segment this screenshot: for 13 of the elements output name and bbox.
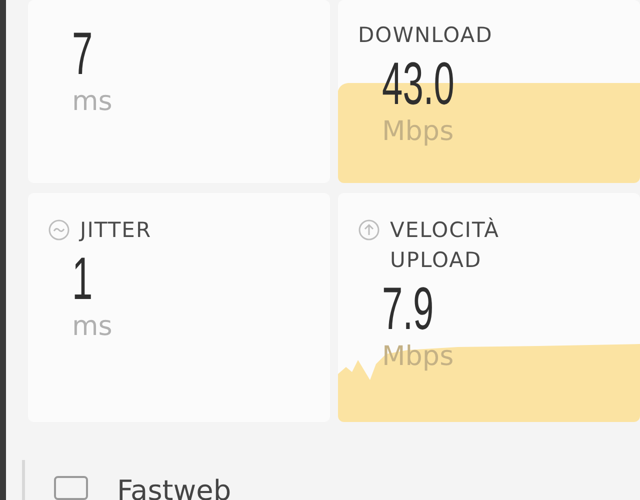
metric-value: 1 xyxy=(72,247,93,311)
jitter-icon xyxy=(48,219,70,241)
metric-label: JITTER xyxy=(80,217,153,244)
upload-icon xyxy=(358,219,380,241)
metric-label: DOWNLOAD xyxy=(358,22,494,49)
metric-unit: ms xyxy=(72,86,112,117)
metric-label: VELOCITÀ UPLOAD xyxy=(390,216,501,274)
metric-unit: Mbps xyxy=(382,341,454,372)
metric-value: 7 xyxy=(72,22,93,86)
provider-name: Fastweb xyxy=(117,474,232,500)
metric-value: 7.9 xyxy=(382,277,434,341)
metric-value: 43.0 xyxy=(382,52,454,116)
metric-unit: ms xyxy=(72,311,112,342)
